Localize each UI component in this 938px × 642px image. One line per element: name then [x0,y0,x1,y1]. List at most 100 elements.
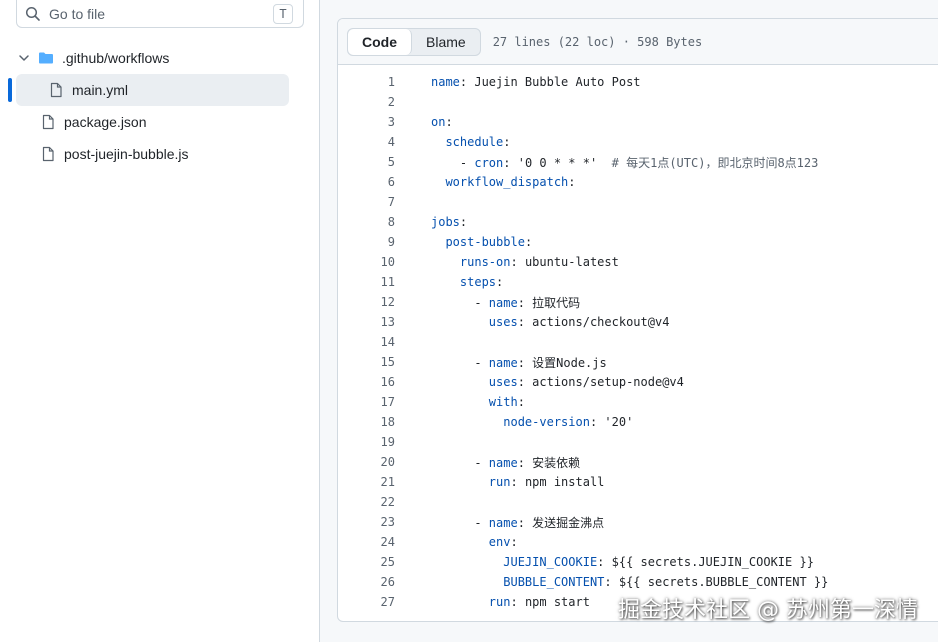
line-indent: - [431,295,489,310]
line-number[interactable]: 19 [338,435,395,449]
yaml-key: post-bubble [445,235,525,249]
tree-item-post-juejin-bubble-js[interactable]: post-juejin-bubble.js [40,138,296,170]
line-number[interactable]: 20 [338,455,395,469]
code-line: 25 JUEJIN_COOKIE: ${{ secrets.JUEJIN_COO… [338,552,938,572]
line-number[interactable]: 21 [338,475,395,489]
code-view[interactable]: 1 name: Juejin Bubble Auto Post 2 3 on: 4 sch… [338,65,938,612]
yaml-value: 拉取代码 [532,295,581,310]
line-number[interactable]: 4 [338,135,395,149]
line-number[interactable]: 23 [338,515,395,529]
line-number[interactable]: 8 [338,215,395,229]
tree-item-package-json[interactable]: package.json [40,106,296,138]
yaml-separator: : [459,75,475,89]
blame-tab-button[interactable]: Blame [412,29,480,55]
yaml-separator: : [517,375,533,389]
line-number[interactable]: 25 [338,555,395,569]
yaml-separator: : [604,575,619,589]
line-source: with: [431,395,525,409]
line-number[interactable]: 9 [338,235,395,249]
code-line: 1 name: Juejin Bubble Auto Post [338,72,938,92]
code-line: 7 [338,192,938,212]
yaml-key: name [488,295,518,310]
line-number[interactable]: 14 [338,335,395,349]
code-line: 6 workflow_dispatch: [338,172,938,192]
line-number[interactable]: 17 [338,395,395,409]
line-number[interactable]: 7 [338,195,395,209]
code-line: 10 runs-on: ubuntu-latest [338,252,938,272]
yaml-key: cron [474,155,504,170]
yaml-separator: : [568,175,576,189]
yaml-separator: : [510,255,525,269]
line-source: - name: 设置Node.js [431,354,606,371]
yaml-value: '20' [604,415,634,429]
tree-item-github-workflows[interactable]: .github/workflows [16,42,296,74]
yaml-value: 安装依赖 [532,455,581,470]
yaml-key: uses [488,315,518,329]
line-number[interactable]: 11 [338,275,395,289]
yaml-value: actions/setup-node@v4 [532,375,684,389]
line-number[interactable]: 24 [338,535,395,549]
code-line: 4 schedule: [338,132,938,152]
view-mode-toggle: Code Blame [347,27,481,56]
yaml-separator: : [445,115,453,129]
line-number[interactable]: 12 [338,295,395,309]
yaml-key: node-version [503,415,590,429]
yaml-key: with [488,395,518,409]
go-to-file-search[interactable]: Go to file T [16,0,304,28]
yaml-value: ${{ secrets.JUEJIN_COOKIE }} [611,555,814,569]
line-number[interactable]: 6 [338,175,395,189]
yaml-key: BUBBLE_CONTENT [503,575,605,589]
line-number[interactable]: 1 [338,75,395,89]
yaml-value: actions/checkout@v4 [532,315,670,329]
line-number[interactable]: 2 [338,95,395,109]
yaml-key: run [488,595,511,609]
tree-item-label: package.json [64,114,147,130]
tree-item-label: .github/workflows [62,50,170,66]
line-number[interactable]: 3 [338,115,395,129]
file-meta: 27 lines (22 loc) · 598 Bytes [492,34,703,49]
yaml-value: 发送掘金沸点 [532,515,605,530]
watermark: 掘金技术社区 @ 苏州第一深情 [618,598,918,623]
yaml-key: name [488,355,518,370]
line-source: BUBBLE_CONTENT: ${{ secrets.BUBBLE_CONTE… [431,575,828,589]
line-indent: - [431,155,475,170]
yaml-key: name [488,455,518,470]
file-tree-sidebar: Go to file T .github/workflows main.yml … [0,0,320,642]
code-line: 15 - name: 设置Node.js [338,352,938,372]
line-number[interactable]: 5 [338,155,395,169]
line-number[interactable]: 13 [338,315,395,329]
tree-item-label: post-juejin-bubble.js [64,146,189,162]
chevron-down-icon[interactable] [16,50,32,66]
code-line: 16 uses: actions/setup-node@v4 [338,372,938,392]
file-viewer-header: Code Blame 27 lines (22 loc) · 598 Bytes [338,19,938,65]
line-source: jobs: [431,215,467,229]
line-number[interactable]: 15 [338,355,395,369]
yaml-key: name [431,75,460,89]
line-number[interactable]: 27 [338,595,395,609]
code-line: 14 [338,332,938,352]
line-number[interactable]: 16 [338,375,395,389]
line-source: run: npm install [431,475,605,489]
tree-item-main-yml[interactable]: main.yml [16,74,289,106]
line-number[interactable]: 18 [338,415,395,429]
code-line: 3 on: [338,112,938,132]
line-number[interactable]: 10 [338,255,395,269]
code-tab-button[interactable]: Code [348,28,412,55]
yaml-value: ubuntu-latest [524,255,619,269]
code-line: 9 post-bubble: [338,232,938,252]
file-icon [40,146,56,162]
line-number[interactable]: 22 [338,495,395,509]
yaml-key: runs-on [459,255,511,269]
code-line: 18 node-version: '20' [338,412,938,432]
line-source: uses: actions/setup-node@v4 [431,375,684,389]
yaml-key: steps [459,275,497,289]
shortcut-key: T [273,3,293,24]
line-number[interactable]: 26 [338,575,395,589]
